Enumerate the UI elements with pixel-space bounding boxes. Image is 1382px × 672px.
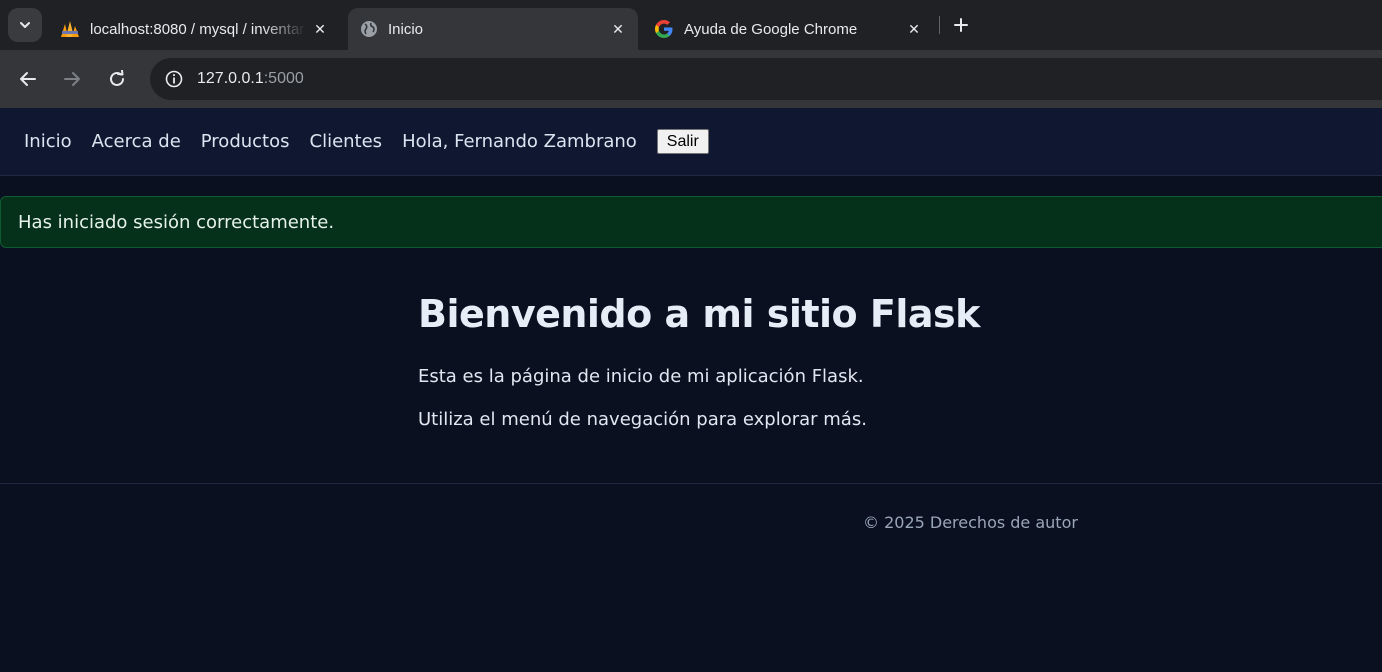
browser-tab-phpmyadmin[interactable]: localhost:8080 / mysql / inventario_db |… — [48, 8, 340, 50]
forward-button[interactable] — [57, 64, 87, 94]
phpmyadmin-favicon-icon — [61, 21, 79, 37]
tab-title: localhost:8080 / mysql / inventario_db |… — [90, 20, 306, 38]
chevron-down-icon — [20, 22, 30, 28]
browser-tab-strip: localhost:8080 / mysql / inventario_db |… — [0, 0, 1382, 50]
tab-search-button[interactable] — [8, 8, 42, 42]
site-navbar: Inicio Acerca de Productos Clientes Hola… — [0, 108, 1382, 176]
address-port: :5000 — [263, 70, 304, 87]
reload-button[interactable] — [102, 64, 132, 94]
reload-icon — [110, 70, 124, 86]
logout-button[interactable]: Salir — [656, 129, 709, 154]
address-host: 127.0.0.1 — [197, 70, 264, 87]
page-title: Bienvenido a mi sitio Flask — [418, 292, 980, 336]
tab-title: Ayuda de Google Chrome — [684, 20, 858, 38]
tab-title: Inicio — [388, 20, 424, 38]
new-tab-button[interactable] — [946, 10, 976, 40]
back-button[interactable] — [13, 64, 43, 94]
footer-divider — [0, 483, 1382, 484]
close-icon[interactable]: ✕ — [900, 15, 928, 43]
close-icon[interactable]: ✕ — [604, 15, 632, 43]
nav-link-clientes[interactable]: Clientes — [310, 131, 383, 152]
browser-toolbar: 127.0.0.1:5000 — [0, 50, 1382, 108]
nav-link-productos[interactable]: Productos — [201, 131, 290, 152]
nav-link-acerca-de[interactable]: Acerca de — [92, 131, 181, 152]
address-bar[interactable]: 127.0.0.1:5000 — [150, 58, 1382, 100]
page-viewport: Inicio Acerca de Productos Clientes Hola… — [0, 108, 1382, 672]
flash-success-message: Has iniciado sesión correctamente. — [0, 196, 1382, 248]
nav-hint-paragraph: Utiliza el menú de navegación para explo… — [418, 409, 867, 430]
arrow-left-icon — [20, 72, 36, 86]
footer-copyright: © 2025 Derechos de autor — [863, 513, 1078, 532]
main-content: Bienvenido a mi sitio Flask Esta es la p… — [418, 292, 1118, 430]
user-greeting: Hola, Fernando Zambrano — [402, 131, 637, 152]
address-url[interactable]: 127.0.0.1:5000 — [197, 70, 304, 88]
plus-icon — [954, 18, 968, 32]
tab-separator — [939, 16, 940, 34]
browser-tab-inicio[interactable]: Inicio ✕ — [348, 8, 638, 50]
intro-paragraph: Esta es la página de inicio de mi aplica… — [418, 366, 864, 387]
nav-link-inicio[interactable]: Inicio — [24, 131, 72, 152]
close-icon[interactable]: ✕ — [306, 15, 334, 43]
globe-icon — [361, 21, 377, 37]
google-g-icon — [655, 20, 673, 38]
browser-tab-chrome-help[interactable]: Ayuda de Google Chrome ✕ — [642, 8, 934, 50]
site-info-icon[interactable] — [162, 67, 186, 91]
arrow-right-icon — [64, 72, 80, 86]
